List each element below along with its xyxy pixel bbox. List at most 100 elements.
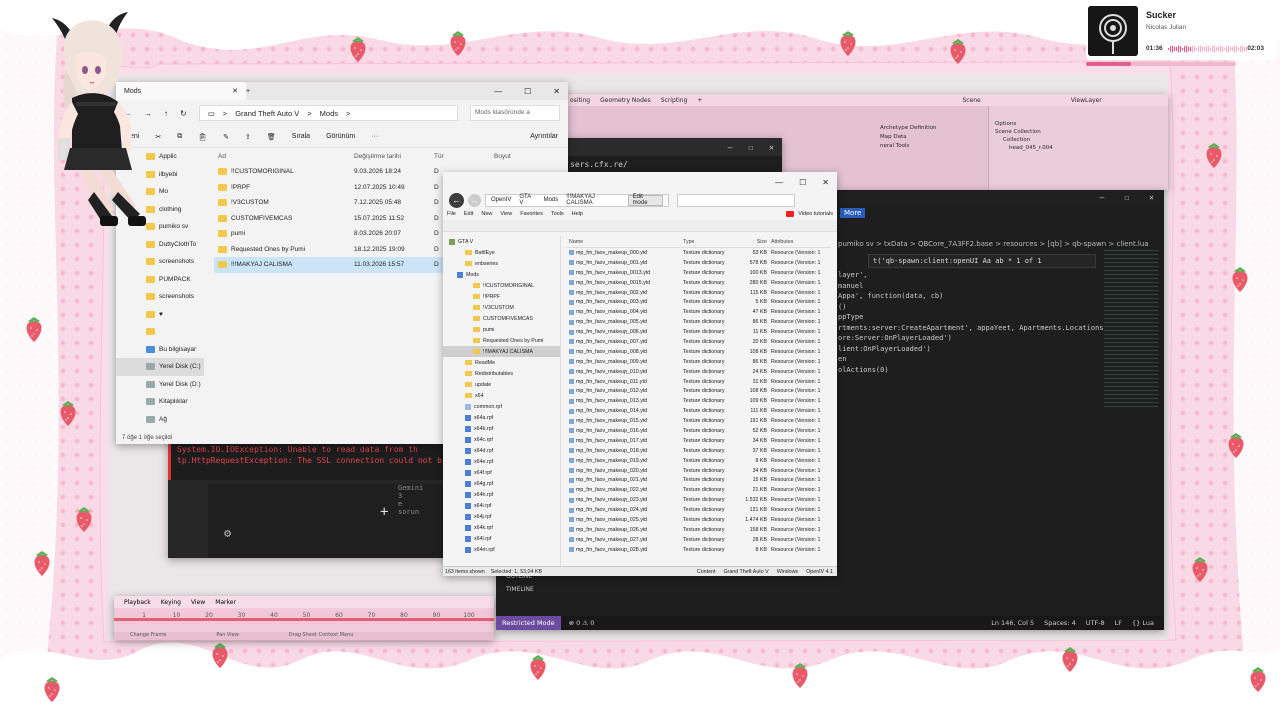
openiv-row[interactable]: mp_fm_faov_makeup_012.ytd Texture diction… (567, 386, 831, 396)
add-workspace-button[interactable]: + (697, 97, 702, 104)
sort-button[interactable]: Sırala (292, 133, 310, 140)
cursor-position[interactable]: Ln 146, Col 5 (991, 619, 1034, 627)
menu-new[interactable]: New (481, 211, 492, 217)
minimap[interactable] (1104, 250, 1158, 410)
column-name[interactable]: Ad (214, 153, 354, 160)
path-part[interactable]: OpenIV (491, 197, 511, 203)
tree-node[interactable]: update (443, 379, 560, 390)
tree-node[interactable]: ReadMe (443, 357, 560, 368)
column-size[interactable]: Boyut (494, 153, 511, 160)
edit-mode-button[interactable]: Edit mode (627, 194, 664, 206)
menu-tools[interactable]: Tools (551, 211, 564, 217)
timeline-section[interactable]: TIMELINE (496, 583, 686, 596)
tree-node[interactable]: !V3CUSTOM (443, 302, 560, 313)
openiv-search-input[interactable] (677, 193, 795, 207)
path-part[interactable]: !!!MAKYAJ CALISMA (566, 194, 619, 206)
video-tutorials-link[interactable]: Video tutorials (786, 211, 837, 217)
tree-node[interactable]: x64f.rpf (443, 467, 560, 478)
openiv-row[interactable]: mp_fm_faov_makeup_000.ytd Texture diction… (567, 248, 831, 258)
header-name[interactable]: Name (567, 239, 683, 245)
nav-item[interactable]: Yerel Disk (C:) (116, 358, 204, 376)
openiv-row[interactable]: mp_fm_faov_makeup_023.ytd Texture diction… (567, 495, 831, 505)
tree-node[interactable]: x64g.rpf (443, 478, 560, 489)
nav-item[interactable]: screenshots (116, 288, 204, 306)
plus-icon[interactable]: + (380, 504, 388, 520)
nav-item[interactable]: PUMPACK (116, 271, 204, 289)
details-button[interactable]: Ayrıntılar (530, 133, 558, 140)
problems-indicator[interactable]: ⊗ 0 ⚠ 0 (569, 619, 595, 627)
workspace-tab-compositing[interactable]: ositing (570, 97, 590, 104)
maximize-icon[interactable]: ☐ (524, 87, 531, 96)
openiv-row[interactable]: mp_fm_faov_makeup_004.ytd Texture diction… (567, 307, 831, 317)
language-mode[interactable]: {} Lua (1132, 619, 1154, 627)
minimize-icon[interactable]: — (1100, 193, 1105, 202)
chat-input-area[interactable]: Gemini 3 e sorun (208, 484, 458, 558)
rename-icon[interactable]: ✎ (223, 133, 229, 141)
maximize-icon[interactable]: ☐ (1124, 193, 1129, 202)
openiv-row[interactable]: mp_fm_faov_makeup_006.ytd Texture diction… (567, 327, 831, 337)
more-options-button[interactable]: ··· (371, 133, 378, 140)
openiv-row[interactable]: mp_fm_faov_makeup_019.ytd Texture diction… (567, 456, 831, 466)
breadcrumb[interactable]: pumiko sv > txData > QBCore_7A3FF2.base … (838, 240, 1149, 248)
timeline-menu-playback[interactable]: Playback (124, 599, 151, 606)
panel-row[interactable]: Archetype Definition (880, 124, 936, 133)
openiv-row[interactable]: mp_fm_faov_makeup_027.ytd Texture diction… (567, 535, 831, 545)
tree-node[interactable]: Redistributables (443, 368, 560, 379)
openiv-row[interactable]: mp_fm_faov_makeup_008.ytd Texture diction… (567, 347, 831, 357)
scene-collection[interactable]: Scene Collection (995, 128, 1162, 136)
tree-node[interactable]: x64m.rpf (443, 544, 560, 555)
nav-item[interactable]: Bu bilgisayar (116, 341, 204, 359)
outliner-object[interactable]: head_045_r.004 (995, 144, 1162, 152)
openiv-row[interactable]: mp_fm_faov_makeup_013.ytd Texture diction… (567, 396, 831, 406)
openiv-row[interactable]: mp_fm_faov_makeup_022.ytd Texture diction… (567, 485, 831, 495)
up-icon[interactable]: ↑ (164, 109, 168, 118)
nav-item[interactable]: Yerel Disk (D:) (116, 376, 204, 394)
waveform[interactable] (1168, 45, 1248, 53)
tree-node[interactable]: x64h.rpf (443, 489, 560, 500)
playhead-track[interactable] (114, 618, 494, 621)
tree-node[interactable]: pumi (443, 324, 560, 335)
nav-item[interactable]: Kitaplıklar (116, 393, 204, 411)
openiv-row[interactable]: mp_fm_faov_makeup_007.ytd Texture diction… (567, 337, 831, 347)
copy-icon[interactable]: ⧉ (177, 133, 182, 141)
openiv-row[interactable]: mp_fm_faov_makeup_015.ytd Texture diction… (567, 416, 831, 426)
openiv-row[interactable]: mp_fm_faov_makeup_016.ytd Texture diction… (567, 426, 831, 436)
header-size[interactable]: Size (743, 239, 771, 245)
close-icon[interactable]: ✕ (1149, 193, 1154, 202)
more-button[interactable]: More (840, 208, 866, 218)
collection-item[interactable]: Collection (995, 136, 1162, 144)
view-layer-selector[interactable]: ViewLayer (1071, 97, 1102, 104)
paste-icon[interactable]: 📋︎ (198, 133, 207, 141)
breadcrumb-part[interactable]: Grand Theft Auto V (235, 109, 299, 118)
delete-icon[interactable]: 🗑︎ (267, 133, 276, 141)
tree-node[interactable]: CUSTOMFIVEMCAS (443, 313, 560, 324)
openiv-toolbar[interactable] (443, 220, 837, 232)
panel-row[interactable]: neral Tools (880, 142, 936, 151)
encoding[interactable]: UTF-8 (1086, 619, 1105, 627)
nav-item[interactable]: screenshots (116, 253, 204, 271)
workspace-tab-scripting[interactable]: Scripting (661, 97, 688, 104)
openiv-row[interactable]: mp_fm_faov_makeup_005.ytd Texture diction… (567, 317, 831, 327)
code-editor[interactable]: layer', manuel Appa', function(data, cb) ()… (838, 270, 1104, 375)
openiv-row[interactable]: mp_fm_faov_makeup_014.ytd Texture diction… (567, 406, 831, 416)
tree-node[interactable]: common.rpf (443, 401, 560, 412)
maximize-icon[interactable]: ☐ (748, 143, 753, 152)
menu-favorites[interactable]: Favorites (520, 211, 543, 217)
openiv-row[interactable]: mp_fm_faov_makeup_009.ytd Texture diction… (567, 357, 831, 367)
new-tab-icon[interactable]: + (246, 88, 250, 95)
openiv-row[interactable]: mp_fm_faov_makeup_025.ytd Texture diction… (567, 515, 831, 525)
tree-node[interactable]: x64c.rpf (443, 434, 560, 445)
column-date[interactable]: Değiştirme tarihi (354, 153, 434, 160)
frame-ruler[interactable]: 1 10 20 30 40 50 60 70 80 90 100 (114, 610, 494, 624)
openiv-row[interactable]: mp_fm_faov_makeup_002.ytd Texture diction… (567, 288, 831, 298)
tree-node[interactable]: GTA V (443, 236, 560, 247)
openiv-row[interactable]: mp_fm_faov_makeup_017.ytd Texture diction… (567, 436, 831, 446)
openiv-row[interactable]: mp_fm_faov_makeup_028.ytd Texture diction… (567, 545, 831, 555)
back-arrow-icon[interactable]: ← (449, 192, 464, 208)
tree-node[interactable]: !!!MAKYAJ CALISMA (443, 346, 560, 357)
openiv-row[interactable]: mp_fm_faov_makeup_026.ytd Texture diction… (567, 525, 831, 535)
tree-node[interactable]: x64b.rpf (443, 423, 560, 434)
find-widget[interactable]: t('qb-spawn:client:openUI Aa ab * 1 of 1 (868, 254, 1096, 268)
nav-item[interactable]: Ağ (116, 411, 204, 429)
tree-node[interactable]: x64a.rpf (443, 412, 560, 423)
